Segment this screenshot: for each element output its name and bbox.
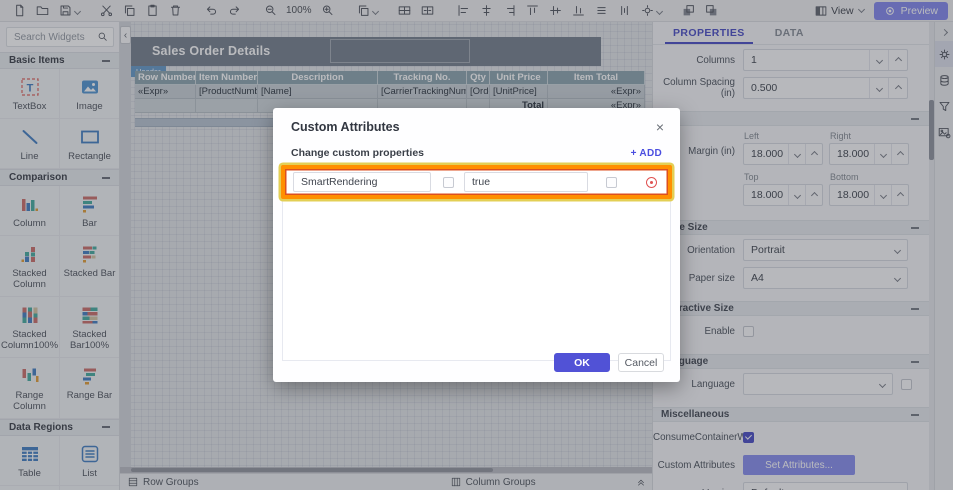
ok-button[interactable]: OK — [554, 353, 610, 372]
value-expression-checkbox[interactable] — [606, 177, 617, 188]
custom-attributes-dialog: Custom Attributes × Change custom proper… — [273, 108, 680, 382]
attributes-list — [282, 166, 671, 361]
attribute-name-input[interactable] — [293, 172, 431, 192]
report-designer-app: 100% View Preview — [0, 0, 953, 490]
cancel-button[interactable]: Cancel — [618, 353, 664, 372]
attribute-value-input[interactable] — [464, 172, 588, 192]
attribute-row — [291, 172, 662, 192]
annotation-highlight — [281, 165, 672, 199]
delete-attribute-icon[interactable] — [646, 177, 657, 188]
name-expression-checkbox[interactable] — [443, 177, 454, 188]
add-attribute-button[interactable]: + ADD — [631, 148, 662, 159]
close-icon[interactable]: × — [656, 121, 664, 133]
dialog-subtitle: Change custom properties — [291, 147, 424, 159]
dialog-title: Custom Attributes — [291, 120, 400, 134]
